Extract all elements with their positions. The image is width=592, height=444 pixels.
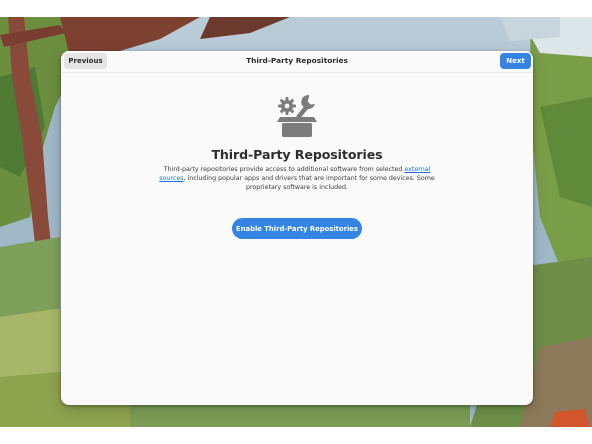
dialog-title: Third-Party Repositories [246, 56, 348, 65]
enable-third-party-repositories-button[interactable]: Enable Third-Party Repositories [232, 218, 362, 239]
next-button[interactable]: Next [500, 53, 531, 69]
description-text-before: Third-party repositories provide access … [163, 166, 405, 173]
repositories-dialog: Previous Third-Party Repositories Next T… [61, 51, 533, 405]
page-title: Third-Party Repositories [211, 147, 383, 162]
description-text: Third-party repositories provide access … [159, 165, 435, 192]
screen: Previous Third-Party Repositories Next T… [0, 0, 592, 444]
description-text-after: , including popular apps and drivers tha… [183, 175, 435, 191]
gear-wrench-box-icon [277, 94, 317, 137]
header-bar: Previous Third-Party Repositories Next [61, 51, 533, 73]
